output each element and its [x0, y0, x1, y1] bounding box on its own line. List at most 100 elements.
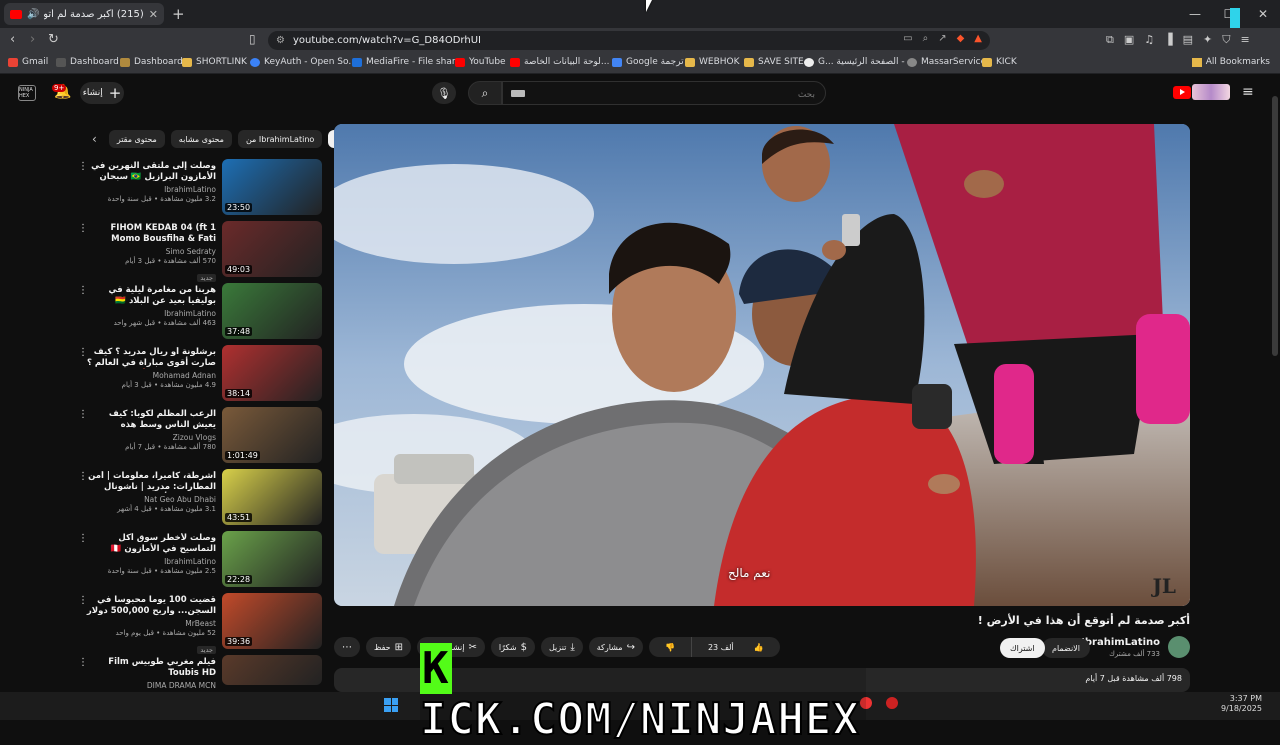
url-text[interactable]: youtube.com/watch?v=G_D84ODrhUI — [293, 35, 481, 46]
recommendation-item[interactable]: 38:14 برشلونة أو ريال مدريد ؟ كيف صارت أق… — [78, 345, 322, 403]
minimize-icon[interactable]: — — [1178, 0, 1212, 28]
recommendation-title[interactable]: وصلت لأخطر سوق أكل التماسيح في الأمازون … — [86, 533, 216, 555]
bookmark-youtube[interactable]: YouTube — [455, 57, 506, 67]
all-bookmarks[interactable]: All Bookmarks — [1191, 57, 1270, 67]
recommendation-title[interactable]: فيلم مغربي طوبيس Film Toubis HD — [86, 657, 216, 679]
more-vertical-icon[interactable]: ⋮ — [78, 471, 88, 482]
more-vertical-icon[interactable]: ⋮ — [78, 409, 88, 420]
window-close-icon[interactable]: ✕ — [1246, 0, 1280, 28]
brave-rewards-icon[interactable]: ▲ — [974, 33, 982, 44]
recommendation-title[interactable]: الرعب المظلم لكوبا: كيف يعيش الناس وسط ه… — [86, 409, 216, 431]
bookmark-dashboard-1[interactable]: Dashboard — [56, 57, 119, 67]
recommendation-title[interactable]: أشرطة، كاميرا، معلومات | أمن المطارات: م… — [86, 471, 216, 493]
screenshot-icon[interactable]: ▣ — [1124, 33, 1134, 47]
address-bar[interactable]: ⚙ youtube.com/watch?v=G_D84ODrhUI ▭ ⌕ ↗ … — [268, 31, 990, 50]
forward-icon[interactable]: › — [30, 32, 35, 47]
guide-menu-icon[interactable]: ≡ — [1242, 84, 1254, 100]
page-scrollbar[interactable] — [1272, 96, 1278, 356]
search-box[interactable] — [502, 81, 826, 106]
chip-related[interactable]: محتوى مشابه — [170, 130, 232, 148]
bookmark-save-site[interactable]: SAVE SITE — [744, 57, 804, 67]
video-thumbnail[interactable]: 49:03 — [222, 221, 322, 277]
vpn-icon[interactable]: ⛉ — [1222, 33, 1230, 47]
sidebar-icon[interactable]: ▐ — [1164, 33, 1172, 47]
subscribe-button[interactable]: اشتراك — [1000, 638, 1045, 658]
menu-icon[interactable]: ≡ — [1240, 33, 1249, 47]
voice-search-button[interactable]: 🎙 — [432, 82, 456, 104]
video-thumbnail[interactable]: 38:14 — [222, 345, 322, 401]
recommendation-channel[interactable]: DIMA DRAMA MCN — [86, 681, 216, 690]
more-vertical-icon[interactable]: ⋮ — [78, 161, 88, 172]
bookmark-keyauth[interactable]: KeyAuth - Open So... — [250, 57, 357, 67]
save-button[interactable]: حفظ ⊞ — [366, 637, 411, 657]
recommendation-item[interactable]: 49:03 1 FIHOM KEDAB 04 (ft Momo Bousfiha … — [78, 221, 322, 282]
bookmark-dashboard-ar[interactable]: لوحة البيانات الخاصة... — [510, 57, 610, 67]
chip-recommended[interactable]: محتوى مقتر — [108, 130, 165, 148]
video-thumbnail[interactable]: 1:01:49 — [222, 407, 322, 463]
recommendation-item[interactable]: 22:28 وصلت لأخطر سوق أكل التماسيح في الأم… — [78, 531, 322, 589]
more-vertical-icon[interactable]: ⋮ — [78, 347, 88, 358]
recommendation-item[interactable]: 23:50 وصلت إلى ملتقى النهرين في الأمازون … — [78, 159, 322, 217]
site-settings-icon[interactable]: ⚙ — [276, 35, 285, 46]
more-vertical-icon[interactable]: ⋮ — [78, 533, 88, 544]
bookmark-gmail[interactable]: Gmail — [8, 57, 48, 67]
recommendation-channel[interactable]: IbrahimLatino — [86, 185, 216, 194]
youtube-logo-icon[interactable] — [1173, 86, 1191, 99]
browser-tab[interactable]: 🔊 (215) أكبر صدمة لم أتوقع أن هذا... ✕ — [4, 3, 164, 25]
speaker-icon[interactable]: 🔊 — [27, 9, 39, 20]
share-icon[interactable]: ↗ — [938, 33, 946, 44]
bookmark-shortlink[interactable]: SHORTLINK — [182, 57, 247, 67]
more-vertical-icon[interactable]: ⋮ — [78, 223, 88, 234]
recommendation-channel[interactable]: MrBeast — [86, 619, 216, 628]
more-vertical-icon[interactable]: ⋮ — [78, 657, 88, 668]
recommendation-title[interactable]: برشلونة أو ريال مدريد ؟ كيف صارت أقوى مب… — [86, 347, 216, 369]
video-thumbnail[interactable]: 23:50 — [222, 159, 322, 215]
search-button[interactable]: ⌕ — [468, 81, 502, 105]
leo-icon[interactable]: ✦ — [1203, 33, 1212, 47]
app-icon[interactable] — [886, 697, 898, 709]
bookmark-google-translate[interactable]: Google ترجمة — [612, 57, 684, 67]
create-button[interactable]: إنشاء + — [80, 82, 124, 104]
recommendation-channel[interactable]: Nat Geo Abu Dhabi — [86, 495, 216, 504]
back-icon[interactable]: ‹ — [10, 32, 15, 47]
video-thumbnail[interactable]: 39:36 — [222, 593, 322, 649]
recommendation-item[interactable]: 43:51 أشرطة، كاميرا، معلومات | أمن المطار… — [78, 469, 322, 527]
video-thumbnail[interactable]: 22:28 — [222, 531, 322, 587]
close-icon[interactable]: ✕ — [149, 8, 158, 21]
recommendation-channel[interactable]: Mohamad Adnan — [86, 371, 216, 380]
windows-start-icon[interactable] — [384, 698, 398, 712]
recommendation-channel[interactable]: Zizou Vlogs — [86, 433, 216, 442]
bookmark-home-ar[interactable]: G... الصفحة الرئيسية - — [804, 57, 905, 67]
reload-icon[interactable]: ↻ — [48, 32, 59, 47]
recommendation-title[interactable]: هربنا من مغامرة ليلية في بوليفيا بعيد عن… — [86, 285, 216, 307]
chevron-left-icon[interactable]: ‹ — [86, 132, 103, 146]
more-vertical-icon[interactable]: ⋮ — [78, 595, 88, 606]
video-thumbnail[interactable] — [222, 655, 322, 685]
bookmark-mediafire[interactable]: MediaFire - File shar... — [352, 57, 463, 67]
recommendation-channel[interactable]: IbrahimLatino — [86, 557, 216, 566]
zoom-icon[interactable]: ⌕ — [923, 33, 929, 44]
channel-logo[interactable]: NINJA HEX — [18, 85, 36, 101]
more-actions-button[interactable]: ⋯ — [334, 637, 360, 657]
system-tray-clock[interactable]: 3:37 PM 9/18/2025 — [1221, 694, 1262, 714]
recommendation-title[interactable]: 1 FIHOM KEDAB 04 (ft Momo Bousfiha & Fat… — [86, 223, 216, 245]
bookmark-kick[interactable]: KICK — [982, 57, 1017, 67]
video-thumbnail[interactable]: 37:48 — [222, 283, 322, 339]
video-player[interactable]: نعم مالح JL — [334, 124, 1190, 606]
extensions-icon[interactable]: ⧉ — [1106, 33, 1114, 47]
maximize-icon[interactable]: ☐ — [1212, 0, 1246, 28]
recommendation-title[interactable]: قضيت 100 يوماً محبوساً في السجن... واربح… — [86, 595, 216, 617]
channel-avatar[interactable] — [1168, 636, 1190, 658]
channel-name[interactable]: IbrahimLatino — [1081, 637, 1160, 648]
recommendation-channel[interactable]: IbrahimLatino — [86, 309, 216, 318]
channel-watermark[interactable]: JL — [1152, 574, 1176, 598]
bookmark-webhok[interactable]: WEBHOK — [685, 57, 740, 67]
bookmark-massarservice[interactable]: MassarService — [907, 57, 986, 67]
recommendation-channel[interactable]: Simo Sedraty — [86, 247, 216, 256]
join-button[interactable]: الانضمام — [1042, 638, 1090, 658]
premium-logo[interactable] — [1192, 84, 1230, 100]
chip-from-channel[interactable]: من IbrahimLatino — [237, 130, 323, 148]
video-thumbnail[interactable]: 43:51 — [222, 469, 322, 525]
bookmark-page-icon[interactable]: ▯ — [249, 32, 256, 46]
wallet-icon[interactable]: ▤ — [1183, 33, 1193, 47]
